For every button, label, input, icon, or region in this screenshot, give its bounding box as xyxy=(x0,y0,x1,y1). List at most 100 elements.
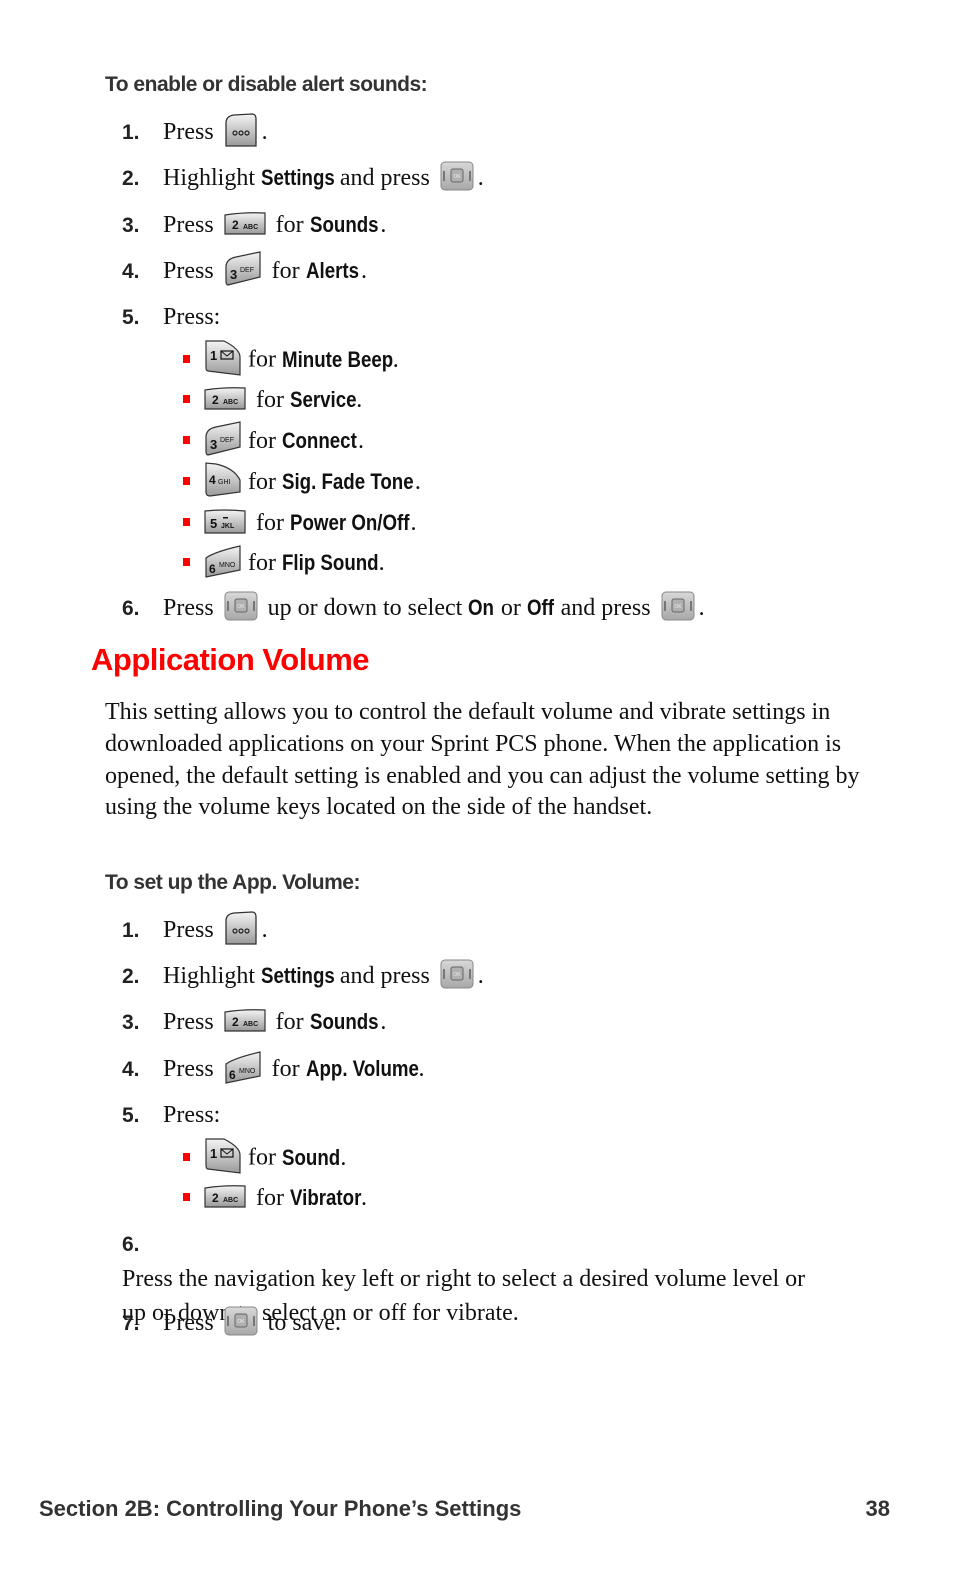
section-title-application-volume: Application Volume xyxy=(91,642,370,677)
key-2-abc-icon: 2 ABC xyxy=(204,1184,246,1209)
step-number: 2. xyxy=(122,167,140,190)
step-text: Press xyxy=(163,258,214,284)
svg-text:5: 5 xyxy=(210,516,217,531)
step-number: 4. xyxy=(122,260,140,283)
step-text: for xyxy=(275,1009,304,1035)
step-number: 4. xyxy=(122,1058,140,1081)
step-number: 1. xyxy=(122,919,140,942)
punct: . xyxy=(477,963,484,989)
option-label: Sound xyxy=(281,1144,341,1170)
key-6-mno-icon: 6 MNO xyxy=(224,1050,262,1085)
body-paragraph: This setting allows you to control the d… xyxy=(105,699,860,821)
for-text: for xyxy=(248,346,276,373)
for-text: for xyxy=(256,1185,284,1211)
step-text: to save. xyxy=(267,1310,341,1336)
menu-name-settings: Settings xyxy=(261,963,335,988)
svg-text:OK: OK xyxy=(237,1319,245,1325)
key-1-voicemail-icon: 1 xyxy=(204,339,242,377)
subheading-app-volume: To set up the App. Volume: xyxy=(105,871,360,894)
option-label: Service xyxy=(289,387,357,412)
punct: . xyxy=(261,917,268,943)
key-5-jkl-icon: 5 JKL xyxy=(204,508,246,535)
svg-text:OK: OK xyxy=(453,174,461,180)
step-text: Press xyxy=(163,212,214,238)
footer-page-number: 38 xyxy=(865,1496,890,1521)
step-text: Highlight xyxy=(163,165,256,191)
bullet-icon xyxy=(183,518,190,527)
step-number: 6. xyxy=(122,1233,140,1256)
step-text: Press: xyxy=(163,1102,221,1128)
svg-text:MNO: MNO xyxy=(239,1068,256,1075)
for-text: for xyxy=(248,550,276,576)
menu-name-settings: Settings xyxy=(261,165,335,190)
svg-text:4: 4 xyxy=(209,473,216,487)
option-flip-sound: 6 MNO for Flip Sound. xyxy=(183,545,385,581)
key-2-abc-icon: 2 ABC xyxy=(224,211,266,236)
option-sound: 1 for Sound. xyxy=(183,1137,346,1178)
for-text: for xyxy=(256,510,284,536)
option-connect: 3 DEF for Connect. xyxy=(183,421,364,460)
svg-text:DEF: DEF xyxy=(240,267,254,274)
step-text: Highlight xyxy=(163,963,256,989)
step-3: 3. Press 2 ABC for Sounds. xyxy=(122,208,386,243)
step-number: 5. xyxy=(122,306,140,329)
bullet-icon xyxy=(183,477,190,486)
bullet-icon xyxy=(183,395,190,404)
svg-text:ABC: ABC xyxy=(223,399,238,406)
punct: . xyxy=(418,1056,425,1082)
step-number: 6. xyxy=(122,597,140,620)
menu-name-sounds: Sounds xyxy=(309,1009,379,1034)
menu-name-app-volume: App. Volume xyxy=(305,1056,419,1081)
punct: . xyxy=(360,1185,367,1211)
option-label: Minute Beep xyxy=(281,346,394,372)
option-power-on-off: 5 JKL for Power On/Off. xyxy=(183,506,417,540)
bullet-icon xyxy=(183,355,190,363)
step-5: 5. Press: xyxy=(122,300,220,335)
for-text: for xyxy=(248,469,276,495)
step-4: 4. Press 6 MNO for App. Volume. xyxy=(122,1050,425,1087)
step-text: Press xyxy=(163,1056,214,1082)
bullet-icon xyxy=(183,436,190,445)
svg-text:3: 3 xyxy=(230,267,237,282)
menu-name-alerts: Alerts xyxy=(305,258,359,283)
ok-key-icon: OK xyxy=(440,161,474,191)
punct: . xyxy=(361,258,368,284)
svg-text:3: 3 xyxy=(210,437,217,452)
step-text: Press xyxy=(163,595,214,621)
step-text: for xyxy=(271,1056,300,1082)
step-1: 1. Press . xyxy=(122,911,268,948)
value-on: On xyxy=(468,595,495,620)
option-label: Power On/Off xyxy=(289,510,410,535)
svg-text:1: 1 xyxy=(210,348,217,363)
step-number: 7. xyxy=(122,1312,140,1335)
svg-text:2: 2 xyxy=(232,218,239,232)
step-text: for xyxy=(271,258,300,284)
svg-text:2: 2 xyxy=(212,393,219,407)
subheading-alert-sounds: To enable or disable alert sounds: xyxy=(105,73,428,96)
svg-text:ABC: ABC xyxy=(243,1021,258,1028)
key-1-voicemail-icon: 1 xyxy=(204,1137,242,1175)
ok-key-icon: OK xyxy=(440,959,474,989)
option-label: Vibrator xyxy=(289,1185,362,1210)
punct: . xyxy=(477,165,484,191)
step-2: 2. Highlight Settings and press OK. xyxy=(122,959,484,994)
step-7: 7. Press OK to save. xyxy=(122,1306,341,1341)
menu-key-icon xyxy=(224,113,258,148)
punct: . xyxy=(357,428,364,454)
key-4-ghi-icon: 4 GHI xyxy=(204,462,242,498)
svg-text:DEF: DEF xyxy=(220,437,234,444)
option-label: Sig. Fade Tone xyxy=(281,469,414,494)
for-text: for xyxy=(248,428,276,454)
punct: . xyxy=(414,469,421,495)
ok-key-icon: OK xyxy=(661,591,695,621)
punct: . xyxy=(410,510,417,536)
key-2-abc-icon: 2 ABC xyxy=(204,386,246,411)
svg-text:MNO: MNO xyxy=(219,562,236,569)
step-text: Press: xyxy=(163,304,221,330)
svg-text:2: 2 xyxy=(232,1015,239,1029)
step-number: 1. xyxy=(122,121,140,144)
step-text: and press xyxy=(339,963,430,989)
svg-text:6: 6 xyxy=(209,562,216,576)
step-text: Press xyxy=(163,1009,214,1035)
svg-text:2: 2 xyxy=(212,1191,219,1205)
